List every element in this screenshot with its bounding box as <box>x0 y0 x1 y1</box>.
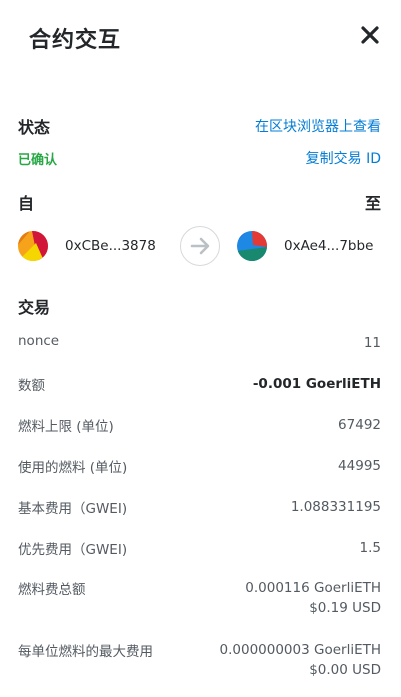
close-icon[interactable] <box>359 24 381 46</box>
detail-value: 1.5 <box>359 540 381 556</box>
from-avatar <box>18 231 48 261</box>
detail-key: 使用的燃料 (单位) <box>18 460 128 476</box>
detail-key: nonce <box>18 333 60 349</box>
to-address[interactable]: 0xAe4...7bbe <box>284 238 373 254</box>
detail-value: 0.000000003 GoerliETH $0.00 USD <box>220 640 381 680</box>
detail-value-fiat: $0.00 USD <box>309 662 381 678</box>
detail-value-main: 0.000000003 GoerliETH <box>219 642 381 658</box>
detail-value: -0.001 GoerliETH <box>252 376 381 392</box>
view-on-explorer-link[interactable]: 在区块浏览器上查看 <box>255 116 381 136</box>
header: 合约交互 <box>0 0 401 70</box>
from-to-labels: 自 至 <box>18 190 381 214</box>
from-label: 自 <box>18 194 35 213</box>
transaction-heading: 交易 <box>18 298 51 317</box>
transaction-details-panel: 合约交互 状态 在区块浏览器上查看 已确认 复制交易 ID 自 至 0xCBe.… <box>0 0 401 697</box>
detail-value: 1.088331195 <box>290 499 381 515</box>
detail-key: 数额 <box>18 378 45 394</box>
detail-key: 燃料费总额 <box>18 582 86 598</box>
from-address[interactable]: 0xCBe...3878 <box>65 238 156 254</box>
arrow-right-icon <box>180 226 220 266</box>
status-state-row: 已确认 复制交易 ID <box>18 148 381 168</box>
detail-key: 优先费用（GWEI) <box>18 542 128 558</box>
detail-value-main: 0.000116 GoerliETH <box>245 580 381 596</box>
page-title: 合约交互 <box>29 28 122 53</box>
to-label: 至 <box>364 194 381 213</box>
detail-key: 每单位燃料的最大费用 <box>18 644 153 660</box>
status-badge: 已确认 <box>18 152 58 168</box>
detail-value: 67492 <box>338 417 381 433</box>
status-heading: 状态 <box>18 118 51 137</box>
copy-tx-id-link[interactable]: 复制交易 ID <box>306 148 381 168</box>
address-row: 0xCBe...3878 0xAe4...7bbe <box>18 226 381 266</box>
to-avatar <box>237 231 267 261</box>
detail-value: 11 <box>363 335 381 351</box>
transaction-heading-row: 交易 <box>18 294 381 318</box>
detail-value: 0.000116 GoerliETH $0.19 USD <box>245 578 381 618</box>
detail-value: 44995 <box>338 458 381 474</box>
status-row: 状态 在区块浏览器上查看 <box>18 114 381 138</box>
detail-value-fiat: $0.19 USD <box>309 600 381 616</box>
detail-key: 基本费用（GWEI) <box>18 501 128 517</box>
detail-key: 燃料上限 (单位) <box>18 419 114 435</box>
